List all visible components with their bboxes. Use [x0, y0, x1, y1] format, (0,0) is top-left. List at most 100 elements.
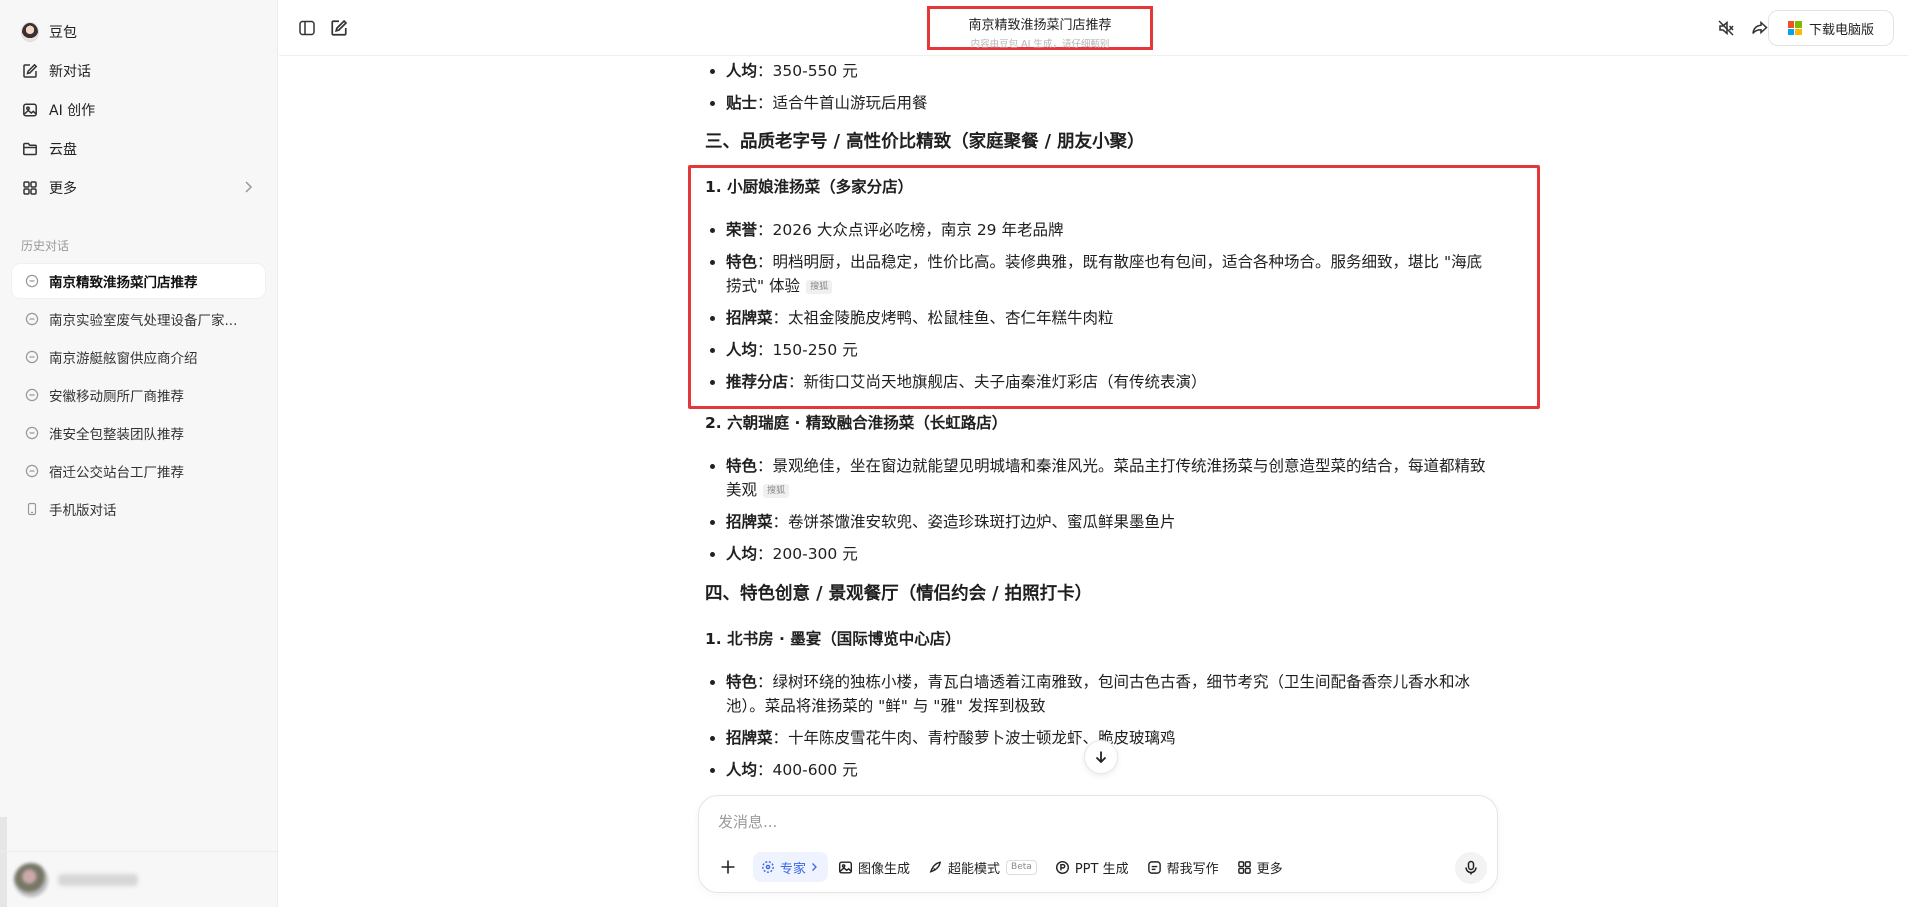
message-composer: 专家 图像生成 超能模式 Beta PPT 生成 帮我写作 更多 — [698, 795, 1498, 893]
section-heading: 四、特色创意 / 景观餐厅（情侣约会 / 拍照打卡） — [705, 584, 1093, 604]
list-item: 荣誉：2026 大众点评必吃榜，南京 29 年老品牌 — [705, 218, 1495, 242]
expert-label: 专家 — [780, 861, 807, 877]
ppt-generation-label: PPT 生成 — [1074, 861, 1129, 877]
sidebar-item-label: 新对话 — [49, 63, 91, 80]
image-generation-label: 图像生成 — [858, 861, 911, 877]
edit-icon — [21, 62, 39, 80]
super-mode-label: 超能模式 — [948, 861, 1001, 877]
conversation-title[interactable]: 南京精致淮扬菜门店推荐 内容由豆包 AI 生成，请仔细甄别 — [927, 6, 1153, 50]
composer-toolbar: 专家 图像生成 超能模式 Beta PPT 生成 帮我写作 更多 — [713, 852, 1293, 882]
restaurant-title: 1. 北书房 · 墨宴（国际博览中心店） — [705, 630, 961, 648]
history-item-label: 宿迁公交站台工厂推荐 — [49, 465, 184, 481]
chat-bubble-icon — [25, 350, 39, 364]
folder-icon — [21, 140, 39, 158]
super-mode-button[interactable]: 超能模式 Beta — [920, 852, 1045, 882]
history-section-label: 历史对话 — [21, 239, 70, 253]
scroll-to-bottom-button[interactable] — [1084, 740, 1118, 774]
voice-input-button[interactable] — [1455, 852, 1487, 884]
user-name-redacted — [58, 873, 138, 886]
message-input[interactable] — [718, 810, 1418, 834]
history-item-label: 南京游艇舷窗供应商介绍 — [49, 351, 198, 367]
download-desktop-button[interactable]: 下载电脑版 — [1768, 10, 1894, 46]
attach-button[interactable] — [713, 852, 743, 882]
arrow-down-icon — [1095, 751, 1107, 764]
history-item-label: 淮安全包整装团队推荐 — [49, 427, 184, 443]
chat-content: 人均：350-550 元 贴士：适合牛首山游玩后用餐 三、品质老字号 / 高性价… — [705, 56, 1505, 796]
history-item[interactable]: 淮安全包整装团队推荐 — [12, 416, 265, 450]
doubao-avatar-icon — [21, 21, 39, 42]
history-item[interactable]: 南京精致淮扬菜门店推荐 — [12, 264, 265, 298]
sidebar-item-label: AI 创作 — [49, 102, 96, 119]
history-item[interactable]: 安徽移动厕所厂商推荐 — [12, 378, 265, 412]
chevron-right-icon — [243, 180, 253, 198]
list-item: 特色：明档明厨，出品稳定，性价比高。装修典雅，既有散座也有包间，适合各种场合。服… — [705, 250, 1495, 298]
user-profile[interactable] — [0, 851, 278, 907]
history-item[interactable]: 南京游艇舷窗供应商介绍 — [12, 340, 265, 374]
sidebar-toggle-icon — [299, 20, 315, 36]
windows-logo-icon — [1787, 21, 1802, 35]
grid-icon — [1237, 860, 1251, 874]
chat-bubble-icon — [25, 426, 39, 440]
ppt-icon — [1055, 860, 1069, 874]
new-chat-button[interactable] — [325, 14, 353, 42]
restaurant-title: 1. 小厨娘淮扬菜（多家分店） — [705, 178, 914, 196]
list-item: 特色：绿树环绕的独栋小楼，青瓦白墙透着江南雅致，包间古色古香，细节考究（卫生间配… — [705, 670, 1495, 718]
more-tools-label: 更多 — [1256, 861, 1283, 877]
image-icon — [838, 860, 853, 874]
history-item-label: 南京精致淮扬菜门店推荐 — [49, 275, 198, 291]
sidebar-item-label: 更多 — [49, 180, 77, 197]
sidebar-item-ai-create[interactable]: AI 创作 — [0, 90, 277, 129]
expert-icon — [762, 861, 774, 873]
list-item: 人均：350-550 元 — [705, 59, 1495, 83]
download-label: 下载电脑版 — [1808, 22, 1874, 38]
ppt-generation-button[interactable]: PPT 生成 — [1047, 852, 1137, 882]
chevron-right-icon — [812, 863, 817, 871]
list-item: 人均：200-300 元 — [705, 542, 1495, 566]
app-name: 豆包 — [49, 24, 77, 41]
section-heading: 三、品质老字号 / 高性价比精致（家庭聚餐 / 朋友小聚） — [705, 132, 1145, 152]
restaurant-title: 2. 六朝瑞庭 · 精致融合淮扬菜（长虹路店） — [705, 414, 1008, 432]
microphone-icon — [1465, 860, 1477, 875]
ai-disclaimer: 内容由豆包 AI 生成，请仔细甄别 — [970, 39, 1110, 50]
list-item: 推荐分店：新街口艾尚天地旗舰店、夫子庙秦淮灯彩店（有传统表演） — [705, 370, 1495, 394]
mute-button[interactable] — [1712, 14, 1740, 42]
history-item-label: 南京实验室废气处理设备厂家... — [49, 313, 238, 329]
list-item: 人均：150-250 元 — [705, 338, 1495, 362]
grid-icon — [21, 179, 39, 197]
writing-assistant-button[interactable]: 帮我写作 — [1139, 852, 1227, 882]
chat-bubble-icon — [25, 274, 39, 288]
edit-icon — [331, 19, 348, 36]
sidebar-item-more[interactable]: 更多 — [0, 168, 277, 207]
history-item-label: 手机版对话 — [49, 503, 117, 519]
sidebar-item-label: 云盘 — [49, 141, 77, 158]
sidebar: 豆包 新对话 AI 创作 云盘 更多 历史对话 南京精致淮扬菜门店推荐 南京实验… — [0, 0, 278, 907]
list-item: 招牌菜：卷饼茶馓淮安软兜、姿造珍珠斑打边炉、蜜瓜鲜果墨鱼片 — [705, 510, 1495, 534]
writing-icon — [1147, 860, 1161, 874]
top-bar: 南京精致淮扬菜门店推荐 内容由豆包 AI 生成，请仔细甄别 下载电脑版 — [279, 0, 1908, 56]
app-home[interactable]: 豆包 — [0, 12, 277, 51]
writing-assistant-label: 帮我写作 — [1166, 861, 1219, 877]
list-item: 招牌菜：太祖金陵脆皮烤鸭、松鼠桂鱼、杏仁年糕牛肉粒 — [705, 306, 1495, 330]
list-item: 特色：景观绝佳，坐在窗边就能望见明城墙和秦淮风光。菜品主打传统淮扬菜与创意造型菜… — [705, 454, 1495, 502]
sparkle-icon — [929, 860, 942, 873]
list-item: 贴士：适合牛首山游玩后用餐 — [705, 91, 1495, 115]
beta-badge: Beta — [1006, 859, 1037, 875]
history-item[interactable]: 手机版对话 — [12, 492, 265, 526]
more-tools-button[interactable]: 更多 — [1229, 852, 1291, 882]
image-icon — [21, 101, 39, 119]
source-tag[interactable]: 搜狐 — [806, 280, 833, 294]
expert-mode-button[interactable]: 专家 — [753, 852, 829, 882]
page-title: 南京精致淮扬菜门店推荐 — [968, 18, 1112, 33]
chat-bubble-icon — [25, 464, 39, 478]
plus-icon — [721, 860, 735, 874]
sidebar-item-new-chat[interactable]: 新对话 — [0, 51, 277, 90]
source-tag[interactable]: 搜狐 — [763, 484, 790, 498]
chat-bubble-icon — [25, 312, 39, 326]
history-item[interactable]: 南京实验室废气处理设备厂家... — [12, 302, 265, 336]
sidebar-item-cloud[interactable]: 云盘 — [0, 129, 277, 168]
image-generation-button[interactable]: 图像生成 — [830, 852, 918, 882]
history-item[interactable]: 宿迁公交站台工厂推荐 — [12, 454, 265, 488]
speaker-mute-icon — [1718, 20, 1734, 36]
toggle-sidebar-button[interactable] — [293, 14, 321, 42]
chat-bubble-icon — [25, 388, 39, 402]
